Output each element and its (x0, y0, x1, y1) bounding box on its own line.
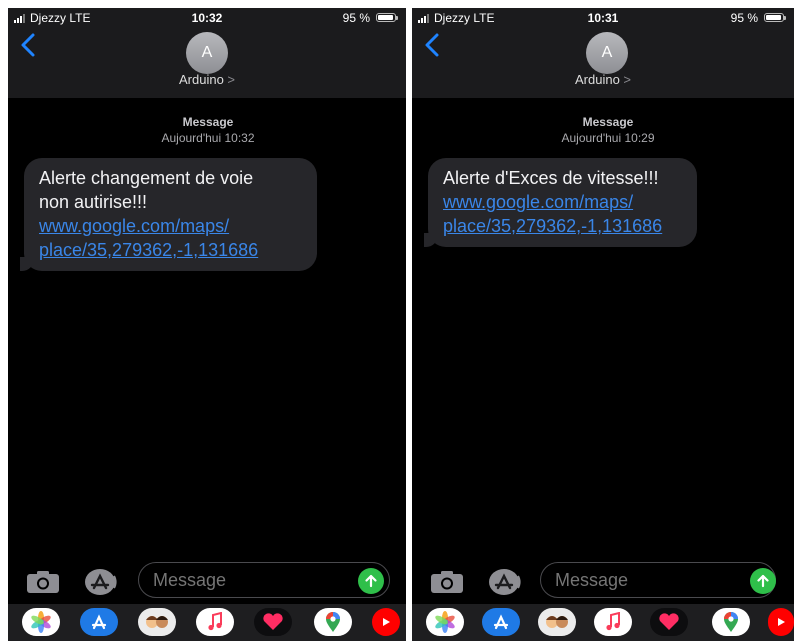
incoming-message-bubble[interactable]: Alerte d'Exces de vitesse!!! www.google.… (424, 158, 697, 247)
message-date: Aujourd'hui 10:32 (161, 131, 255, 145)
music-icon[interactable] (196, 608, 234, 636)
compose-bar (8, 560, 406, 600)
maps-link-line: place/35,279362,-1,131686 (39, 240, 259, 260)
phone-screen-left: Djezzy LTE 10:32 95 % A Arduino > Messag… (8, 8, 406, 641)
phone-screen-right: Djezzy LTE 10:31 95 % A Arduino > Messag… (412, 8, 794, 641)
contact-avatar[interactable]: A (186, 32, 228, 74)
message-text-line: Alerte changement de voie (39, 168, 254, 188)
app-drawer (412, 604, 794, 641)
contact-name-button[interactable]: Arduino > (412, 72, 794, 87)
photos-icon[interactable] (22, 608, 60, 636)
battery-percent: 95 % (342, 11, 370, 25)
back-chevron-icon[interactable] (422, 32, 444, 58)
compose-bar (412, 560, 794, 600)
incoming-message-bubble[interactable]: Alerte changement de voie non autirise!!… (20, 158, 317, 271)
chevron-right-icon: > (623, 72, 632, 87)
apps-icon[interactable] (488, 568, 524, 596)
music-icon[interactable] (594, 608, 632, 636)
maps-link[interactable]: www.google.com/maps/ place/35,279362,-1,… (443, 192, 662, 236)
send-button[interactable] (358, 568, 384, 594)
back-chevron-icon[interactable] (18, 32, 40, 58)
memoji-icon[interactable] (138, 608, 176, 636)
youtube-icon[interactable] (372, 608, 400, 636)
camera-icon[interactable] (430, 570, 464, 594)
arrow-up-icon (757, 574, 769, 588)
app-drawer (8, 604, 406, 641)
maps-link[interactable]: www.google.com/maps/ place/35,279362,-1,… (39, 216, 258, 260)
contact-name: Arduino (574, 72, 620, 87)
battery-icon (764, 13, 786, 22)
maps-link-line: www.google.com/maps/ (443, 192, 634, 212)
message-timestamp: Message Aujourd'hui 10:29 (528, 114, 688, 146)
battery-icon (376, 13, 398, 22)
photos-icon[interactable] (426, 608, 464, 636)
message-timestamp: Message Aujourd'hui 10:32 (128, 114, 288, 146)
message-input[interactable] (540, 562, 776, 598)
appstore-icon[interactable] (80, 608, 118, 636)
conversation-header: Djezzy LTE 10:32 95 % A Arduino > (8, 8, 406, 98)
send-button[interactable] (750, 568, 776, 594)
camera-icon[interactable] (26, 570, 60, 594)
youtube-icon[interactable] (768, 608, 794, 636)
message-service-label: Message (582, 115, 634, 129)
appstore-icon[interactable] (482, 608, 520, 636)
status-bar: Djezzy LTE 10:31 95 % (412, 11, 794, 27)
contact-avatar[interactable]: A (586, 32, 628, 74)
apps-icon[interactable] (84, 568, 120, 596)
status-bar: Djezzy LTE 10:32 95 % (8, 11, 406, 27)
digital-touch-icon[interactable] (650, 608, 688, 636)
maps-link-line: place/35,279362,-1,131686 (443, 216, 663, 236)
contact-name: Arduino (178, 72, 224, 87)
message-date: Aujourd'hui 10:29 (561, 131, 655, 145)
maps-link-line: www.google.com/maps/ (39, 216, 230, 236)
maps-icon[interactable] (314, 608, 352, 636)
message-input[interactable] (138, 562, 390, 598)
digital-touch-icon[interactable] (254, 608, 292, 636)
battery-percent: 95 % (730, 11, 758, 25)
conversation-header: Djezzy LTE 10:31 95 % A Arduino > (412, 8, 794, 98)
chevron-right-icon: > (227, 72, 236, 87)
message-text-line: non autirise!!! (39, 192, 148, 212)
maps-icon[interactable] (712, 608, 750, 636)
message-service-label: Message (182, 115, 234, 129)
message-text-line: Alerte d'Exces de vitesse!!! (443, 168, 659, 188)
memoji-icon[interactable] (538, 608, 576, 636)
arrow-up-icon (365, 574, 377, 588)
contact-name-button[interactable]: Arduino > (8, 72, 406, 87)
